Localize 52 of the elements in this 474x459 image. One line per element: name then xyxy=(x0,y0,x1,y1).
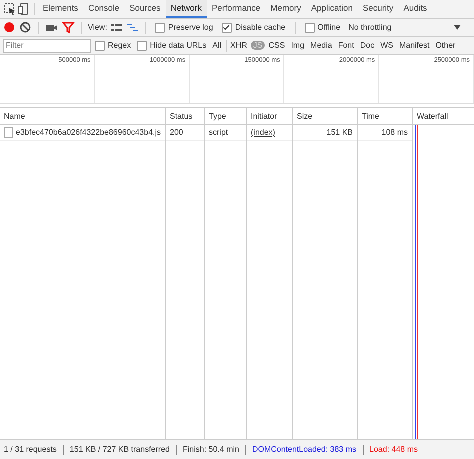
waterfall-icon[interactable] xyxy=(126,21,140,34)
type-filter[interactable]: CSS xyxy=(266,41,288,50)
checkbox[interactable] xyxy=(137,40,148,50)
panel-tab[interactable]: Memory xyxy=(266,0,306,18)
checkbox[interactable] xyxy=(304,22,315,32)
dropdown-caret-icon xyxy=(454,24,461,30)
checkbox-label: Preserve log xyxy=(168,23,214,32)
type-filter[interactable]: WS xyxy=(378,41,396,50)
checkbox[interactable] xyxy=(155,22,166,32)
checkbox-label: Hide data URLs xyxy=(150,41,207,50)
filter-icon[interactable] xyxy=(62,21,75,34)
list-view-icon[interactable] xyxy=(110,21,124,34)
type-filter[interactable]: Doc xyxy=(358,41,377,50)
status-code: 200 xyxy=(170,128,184,137)
status-text: Finish: 50.4 min xyxy=(182,445,240,454)
checkbox[interactable] xyxy=(222,22,232,32)
status-text: Load: 448 ms xyxy=(370,445,418,454)
type-filter[interactable]: XHR xyxy=(228,41,250,50)
checkbox[interactable] xyxy=(95,40,105,50)
panel-tab[interactable]: Application xyxy=(306,0,358,18)
type-filter[interactable]: Media xyxy=(308,41,334,50)
type-filter[interactable]: Other xyxy=(434,41,458,50)
clear-icon[interactable] xyxy=(19,21,32,34)
view-label: View: xyxy=(88,23,108,32)
filter-input[interactable]: Filter xyxy=(3,38,91,52)
request-time: 108 ms xyxy=(382,128,408,137)
request-name[interactable]: e3bfec470b6a026f4322be86960c43b4.js xyxy=(16,128,162,137)
status-text: DOMContentLoaded: 383 ms xyxy=(252,445,357,454)
request-type: script xyxy=(209,128,228,137)
checkbox-label: Regex xyxy=(108,41,132,50)
panel-tab[interactable]: Console xyxy=(83,0,125,18)
initiator-link[interactable]: (index) xyxy=(251,128,276,137)
panel-tab[interactable]: Network xyxy=(166,0,207,18)
checkbox-label: Disable cache xyxy=(235,23,286,32)
record-button-icon[interactable] xyxy=(3,21,16,34)
panel-tab[interactable]: Sources xyxy=(124,0,166,18)
type-filter[interactable]: All xyxy=(210,41,224,50)
throttling-dropdown[interactable]: No throttling xyxy=(346,23,471,32)
panel-tab[interactable]: Security xyxy=(358,0,399,18)
status-text: 1 / 31 requests xyxy=(4,445,57,454)
file-icon xyxy=(4,127,13,138)
panel-tab[interactable]: Performance xyxy=(207,0,266,18)
type-filter[interactable]: Font xyxy=(336,41,356,50)
request-size: 151 KB xyxy=(326,128,353,137)
device-icon[interactable] xyxy=(17,2,31,16)
checkbox-label: Offline xyxy=(318,23,341,32)
inspect-icon[interactable] xyxy=(3,2,17,16)
panel-tab[interactable]: Elements xyxy=(38,0,84,18)
status-text: 151 KB / 727 KB transferred xyxy=(70,445,170,454)
panel-tab[interactable]: Audits xyxy=(398,0,432,18)
type-filter[interactable]: Img xyxy=(289,41,307,50)
type-filter[interactable]: Manifest xyxy=(397,41,432,50)
